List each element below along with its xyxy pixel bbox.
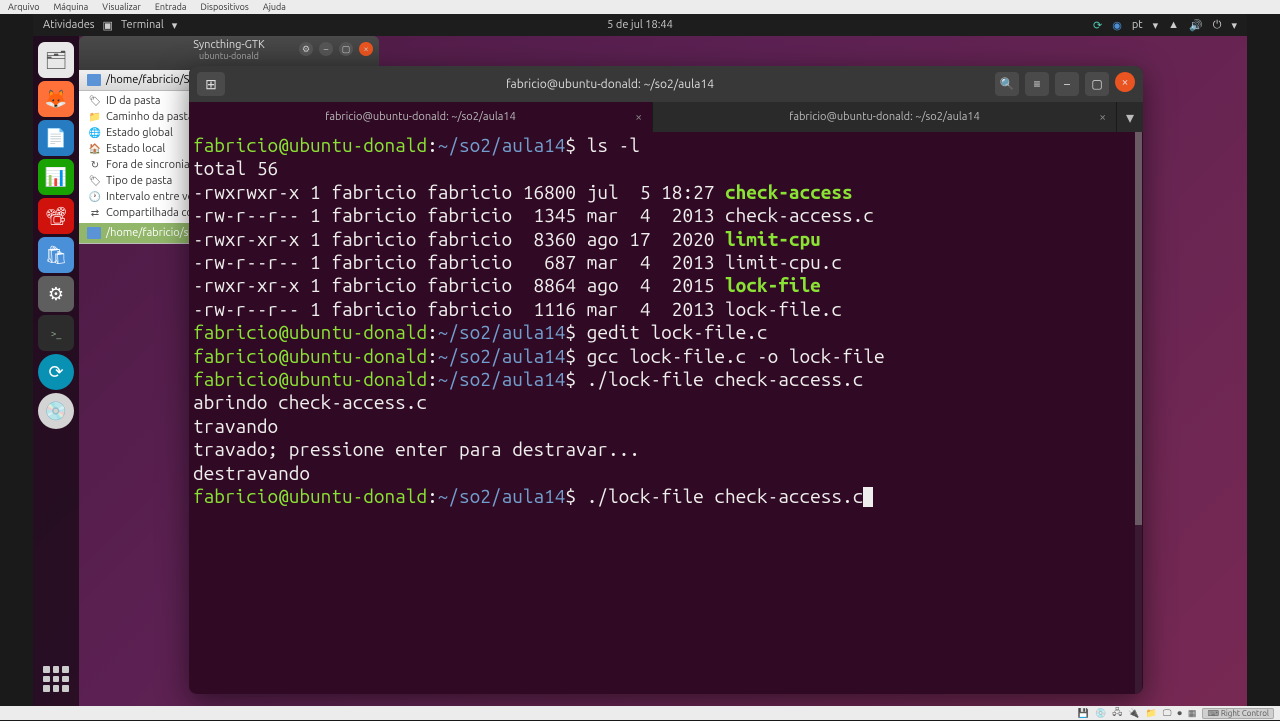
- virtualbox-menubar: Arquivo Máquina Visualizar Entrada Dispo…: [0, 0, 1280, 14]
- scrollbar-thumb[interactable]: [1135, 132, 1142, 525]
- close-tab-icon[interactable]: ×: [1099, 111, 1106, 124]
- vm-menu-item[interactable]: Dispositivos: [201, 2, 249, 12]
- document-icon: 📄: [45, 128, 67, 149]
- gear-icon: ⚙: [302, 44, 310, 55]
- terminal-tab[interactable]: fabricio@ubuntu-donald: ~/so2/aula14 ×: [653, 102, 1117, 132]
- close-button[interactable]: ×: [1115, 72, 1135, 92]
- network-icon[interactable]: ▲: [1168, 19, 1179, 31]
- update-indicator-icon[interactable]: ◉: [1112, 19, 1122, 32]
- vm-menu-item[interactable]: Entrada: [155, 2, 187, 12]
- dock-settings[interactable]: ⚙: [38, 276, 74, 312]
- close-button[interactable]: ×: [359, 42, 373, 56]
- vm-recording-icon[interactable]: ⏺: [1177, 708, 1182, 719]
- dock-firefox[interactable]: 🦊: [38, 81, 74, 117]
- virtualbox-statusbar: 💾 💿 🖧 🔌 📁 🖵 ⏺ ▦ ⌨ Right Control: [0, 706, 1280, 720]
- folder-icon: [87, 227, 101, 239]
- minimize-button[interactable]: –: [1055, 72, 1079, 96]
- vm-menu-item[interactable]: Arquivo: [8, 2, 39, 12]
- sync-indicator-icon[interactable]: ⟳: [1093, 19, 1102, 32]
- tab-dropdown[interactable]: ▾: [1117, 102, 1143, 132]
- vm-menu-item[interactable]: Máquina: [53, 2, 88, 12]
- share-icon: ⇄: [89, 207, 101, 219]
- chevron-down-icon: ▾: [1126, 108, 1134, 127]
- terminal-content[interactable]: fabricio@ubuntu-donald:~/so2/aula14$ ls …: [189, 132, 1143, 694]
- folder-icon: [87, 74, 101, 86]
- dock-files[interactable]: 🗂: [38, 42, 74, 78]
- show-apps-button[interactable]: [39, 662, 73, 696]
- syncthing-titlebar[interactable]: Syncthing-GTK ubuntu-donald ⚙ – ▢ ×: [79, 36, 379, 70]
- volume-icon[interactable]: 🔊: [1189, 19, 1203, 32]
- dock-calc[interactable]: 📊: [38, 159, 74, 195]
- tag-icon: 🏷: [89, 175, 101, 187]
- dock-terminal[interactable]: >_: [38, 315, 74, 351]
- dock-impress[interactable]: 📽: [38, 198, 74, 234]
- vm-menu-item[interactable]: Visualizar: [102, 2, 141, 12]
- clock[interactable]: 5 de jul 18:44: [607, 19, 673, 31]
- maximize-button[interactable]: ▢: [1085, 72, 1109, 96]
- terminal-icon: ▣: [103, 19, 113, 32]
- gnome-topbar: Atividades ▣ Terminal ▾ 5 de jul 18:44 ⟳…: [33, 14, 1247, 36]
- chevron-down-icon: ▾: [1153, 19, 1159, 32]
- globe-icon: 🌐: [89, 127, 101, 139]
- folder-icon: 📁: [89, 111, 101, 123]
- chevron-down-icon: ▾: [1231, 19, 1237, 32]
- hamburger-icon: ≡: [1033, 77, 1040, 91]
- search-button[interactable]: 🔍: [995, 72, 1019, 96]
- vm-disk-icon[interactable]: 💾: [1078, 708, 1089, 719]
- cursor: [863, 487, 873, 507]
- close-tab-icon[interactable]: ×: [635, 111, 642, 124]
- tag-icon: 🏷: [89, 95, 101, 107]
- sync-icon: ⟳: [48, 362, 63, 383]
- maximize-button[interactable]: ▢: [339, 42, 353, 56]
- minimize-button[interactable]: –: [319, 42, 333, 56]
- files-icon: 🗂: [45, 50, 68, 71]
- app-menu-label[interactable]: Terminal: [121, 19, 164, 31]
- dock-disc[interactable]: 💿: [38, 393, 74, 429]
- vm-cpu-icon[interactable]: ▦: [1188, 708, 1197, 719]
- activities-button[interactable]: Atividades: [43, 19, 95, 31]
- terminal-window: ⊞ fabricio@ubuntu-donald: ~/so2/aula14 🔍…: [189, 66, 1143, 694]
- chevron-down-icon: ▾: [172, 19, 178, 32]
- vm-menu-item[interactable]: Ajuda: [263, 2, 286, 12]
- folder-path-label: /home/fabricio/so: [106, 227, 195, 239]
- clock-icon: 🕐: [89, 191, 101, 203]
- folder-path-label: /home/fabricio/S: [106, 74, 189, 86]
- host-key-indicator: ⌨ Right Control: [1202, 708, 1274, 719]
- dock-software[interactable]: 🛍: [38, 237, 74, 273]
- power-icon[interactable]: ⏻: [1213, 19, 1222, 32]
- terminal-icon: >_: [51, 328, 62, 339]
- terminal-tab[interactable]: fabricio@ubuntu-donald: ~/so2/aula14 ×: [189, 102, 653, 132]
- vm-network-icon[interactable]: 🖧: [1112, 705, 1122, 721]
- terminal-title: fabricio@ubuntu-donald: ~/so2/aula14: [233, 78, 987, 91]
- spreadsheet-icon: 📊: [45, 167, 67, 188]
- vm-usb-icon[interactable]: 🔌: [1128, 708, 1139, 719]
- new-tab-button[interactable]: ⊞: [197, 72, 225, 96]
- vm-display-icon[interactable]: 🖵: [1163, 708, 1172, 719]
- terminal-tabs: fabricio@ubuntu-donald: ~/so2/aula14 × f…: [189, 102, 1143, 132]
- menu-button[interactable]: ≡: [1025, 72, 1049, 96]
- home-icon: 🏠: [89, 143, 101, 155]
- dock-writer[interactable]: 📄: [38, 120, 74, 156]
- terminal-headerbar[interactable]: ⊞ fabricio@ubuntu-donald: ~/so2/aula14 🔍…: [189, 66, 1143, 102]
- vm-optical-icon[interactable]: 💿: [1095, 708, 1106, 719]
- bag-icon: 🛍: [45, 245, 68, 266]
- search-icon: 🔍: [1000, 77, 1015, 91]
- gear-icon: ⚙: [48, 284, 64, 305]
- refresh-icon: ↻: [89, 159, 101, 171]
- presentation-icon: 📽: [45, 206, 68, 227]
- firefox-icon: 🦊: [45, 89, 67, 110]
- plus-icon: ⊞: [205, 76, 217, 93]
- dock: 🗂 🦊 📄 📊 📽 🛍 ⚙ >_ ⟳ 💿: [33, 36, 79, 706]
- dock-syncthing[interactable]: ⟳: [38, 354, 74, 390]
- vm-shared-icon[interactable]: 📁: [1146, 708, 1157, 719]
- gnome-desktop: Atividades ▣ Terminal ▾ 5 de jul 18:44 ⟳…: [33, 14, 1247, 706]
- settings-button[interactable]: ⚙: [299, 42, 313, 56]
- language-indicator[interactable]: pt: [1132, 19, 1143, 31]
- disc-icon: 💿: [45, 401, 67, 422]
